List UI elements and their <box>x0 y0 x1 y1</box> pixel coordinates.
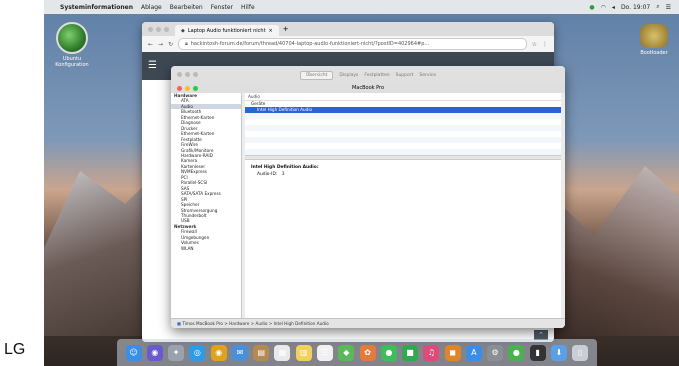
page-caption: LG <box>4 341 26 358</box>
ibooks-icon[interactable]: ◼ <box>444 344 461 361</box>
sidebar-item[interactable]: WLAN <box>171 246 241 251</box>
tab-support[interactable]: Support <box>396 73 414 78</box>
menu-fenster[interactable]: Fenster <box>211 4 233 11</box>
computer-icon: ■ <box>177 321 181 326</box>
address-bar[interactable]: 🔒︎ hackintosh-forum.de/forum/thread/4070… <box>178 38 527 50</box>
status-area: ● ◠ ◂ Do. 19:07 ⌕ ☰ <box>589 3 679 11</box>
downloads-icon[interactable]: ⬇ <box>550 344 567 361</box>
menu-bearbeiten[interactable]: Bearbeiten <box>170 4 203 11</box>
browser-window-controls <box>142 26 175 32</box>
browser-menu-icon[interactable]: ⋮ <box>542 41 548 48</box>
tab-storage[interactable]: Festplatten <box>364 73 389 78</box>
system-information-window: Übersicht Displays Festplatten Support S… <box>171 66 565 328</box>
si-window-controls <box>177 86 198 91</box>
launchpad-icon[interactable]: ✦ <box>168 344 185 361</box>
desktop-disk-icon[interactable]: Ubuntu Konfiguration <box>52 22 92 68</box>
hardware-sidebar: Hardware ATA Audio Bluetooth Ethernet-Karten… <box>171 93 242 319</box>
minimize-icon[interactable] <box>185 72 190 77</box>
menu-ablage[interactable]: Ablage <box>141 4 162 11</box>
path-text: Timos MacBook Pro > Hardware > Audio > I… <box>182 321 329 326</box>
tab-title: Laptop Audio funktioniert nicht <box>187 27 266 34</box>
forum-favicon-icon: ◆ <box>181 27 185 34</box>
trash-icon[interactable]: ▯ <box>572 344 589 361</box>
itunes-icon[interactable]: ♫ <box>423 344 440 361</box>
si-main-pane: Audio Geräte Intel High Definition Audio … <box>245 93 561 319</box>
system-preferences-icon[interactable]: ⚙ <box>487 344 504 361</box>
menubar: Systeminformationen Ablage Bearbeiten Fe… <box>44 0 679 14</box>
detail-pane: Intel High Definition Audio: Audio-ID: 3 <box>245 160 561 182</box>
url-text: hackintosh-forum.de/forum/thread/40704-l… <box>190 41 430 47</box>
chrome-icon[interactable]: ◉ <box>210 344 227 361</box>
desktop-loader-label: Bootloader <box>640 50 668 56</box>
appstore-icon[interactable]: A <box>465 344 482 361</box>
table-header[interactable]: Audio <box>245 93 561 101</box>
close-icon[interactable] <box>177 86 182 91</box>
messages-icon[interactable]: ● <box>380 344 397 361</box>
desktop-disk-label: Ubuntu Konfiguration <box>55 56 89 68</box>
facetime-icon[interactable]: ■ <box>402 344 419 361</box>
detail-label: Audio-ID: <box>257 172 278 177</box>
lock-icon: 🔒︎ <box>185 41 188 47</box>
close-icon[interactable] <box>177 72 182 77</box>
tab-overview[interactable]: Übersicht <box>299 70 334 80</box>
desktop: Systeminformationen Ablage Bearbeiten Fe… <box>44 0 679 366</box>
terminal-icon[interactable]: ▮ <box>529 344 546 361</box>
new-tab-button[interactable]: + <box>283 25 289 33</box>
close-icon[interactable] <box>148 26 153 32</box>
system-info-icon[interactable]: ● <box>508 344 525 361</box>
menu-hilfe[interactable]: Hilfe <box>241 4 255 11</box>
siri-icon[interactable]: ◉ <box>146 344 163 361</box>
si-titlebar: MacBook Pro <box>171 84 565 93</box>
spotlight-icon[interactable]: ⌕ <box>656 3 659 11</box>
notification-center-icon[interactable]: ☰ <box>666 4 671 11</box>
detail-title: Intel High Definition Audio: <box>251 165 319 170</box>
maps-icon[interactable]: ◆ <box>338 344 355 361</box>
dock: ☺ ◉ ✦ ◎ ◉ ✉ ▤ ▦ ▥ ☰ ◆ ✿ ● ■ ♫ ◼ A ⚙ ● ▮ ⬇ ▯ <box>117 339 597 366</box>
finder-icon[interactable]: ☺ <box>125 344 142 361</box>
window-title: MacBook Pro <box>351 85 385 91</box>
volume-icon[interactable]: ◂ <box>612 4 615 11</box>
forward-icon[interactable]: → <box>158 41 163 48</box>
status-app-icon[interactable]: ● <box>589 4 594 11</box>
zoom-icon[interactable] <box>193 86 198 91</box>
hamburger-menu-icon[interactable]: ☰ <box>148 60 157 71</box>
about-toolbar: Übersicht Displays Festplatten Support S… <box>171 66 565 84</box>
zoom-icon[interactable] <box>193 72 198 77</box>
bootloader-icon <box>640 24 668 48</box>
wifi-icon[interactable]: ◠ <box>601 4 606 11</box>
detail-value: 3 <box>281 172 285 177</box>
tab-service[interactable]: Service <box>419 73 436 78</box>
browser-tab[interactable]: ◆ Laptop Audio funktioniert nicht × <box>175 25 279 36</box>
calendar-icon[interactable]: ▦ <box>274 344 291 361</box>
disk-icon <box>56 22 88 54</box>
contacts-icon[interactable]: ▤ <box>253 344 270 361</box>
reload-icon[interactable]: ↻ <box>168 41 173 48</box>
zoom-icon[interactable] <box>164 26 169 32</box>
clock[interactable]: Do. 19:07 <box>621 4 650 11</box>
bookmark-star-icon[interactable]: ☆ <box>532 41 537 48</box>
reminders-icon[interactable]: ☰ <box>317 344 334 361</box>
safari-icon[interactable]: ◎ <box>189 344 206 361</box>
browser-tabstrip: ◆ Laptop Audio funktioniert nicht × + <box>142 22 554 36</box>
mail-icon[interactable]: ✉ <box>231 344 248 361</box>
tab-displays[interactable]: Displays <box>339 73 358 78</box>
about-window-controls <box>177 72 198 77</box>
photos-icon[interactable]: ✿ <box>359 344 376 361</box>
detail-row: Audio-ID: 3 <box>251 171 555 178</box>
browser-toolbar: ← → ↻ 🔒︎ hackintosh-forum.de/forum/threa… <box>142 36 554 52</box>
notes-icon[interactable]: ▥ <box>295 344 312 361</box>
minimize-icon[interactable] <box>185 86 190 91</box>
device-list: Geräte Intel High Definition Audio <box>245 101 561 113</box>
desktop-loader-icon[interactable]: Bootloader <box>634 24 674 56</box>
menu-app[interactable]: Systeminformationen <box>60 4 133 11</box>
minimize-icon[interactable] <box>156 26 161 32</box>
path-bar: ■ Timos MacBook Pro > Hardware > Audio >… <box>171 318 565 328</box>
tab-close-icon[interactable]: × <box>269 28 273 34</box>
back-icon[interactable]: ← <box>148 41 153 48</box>
